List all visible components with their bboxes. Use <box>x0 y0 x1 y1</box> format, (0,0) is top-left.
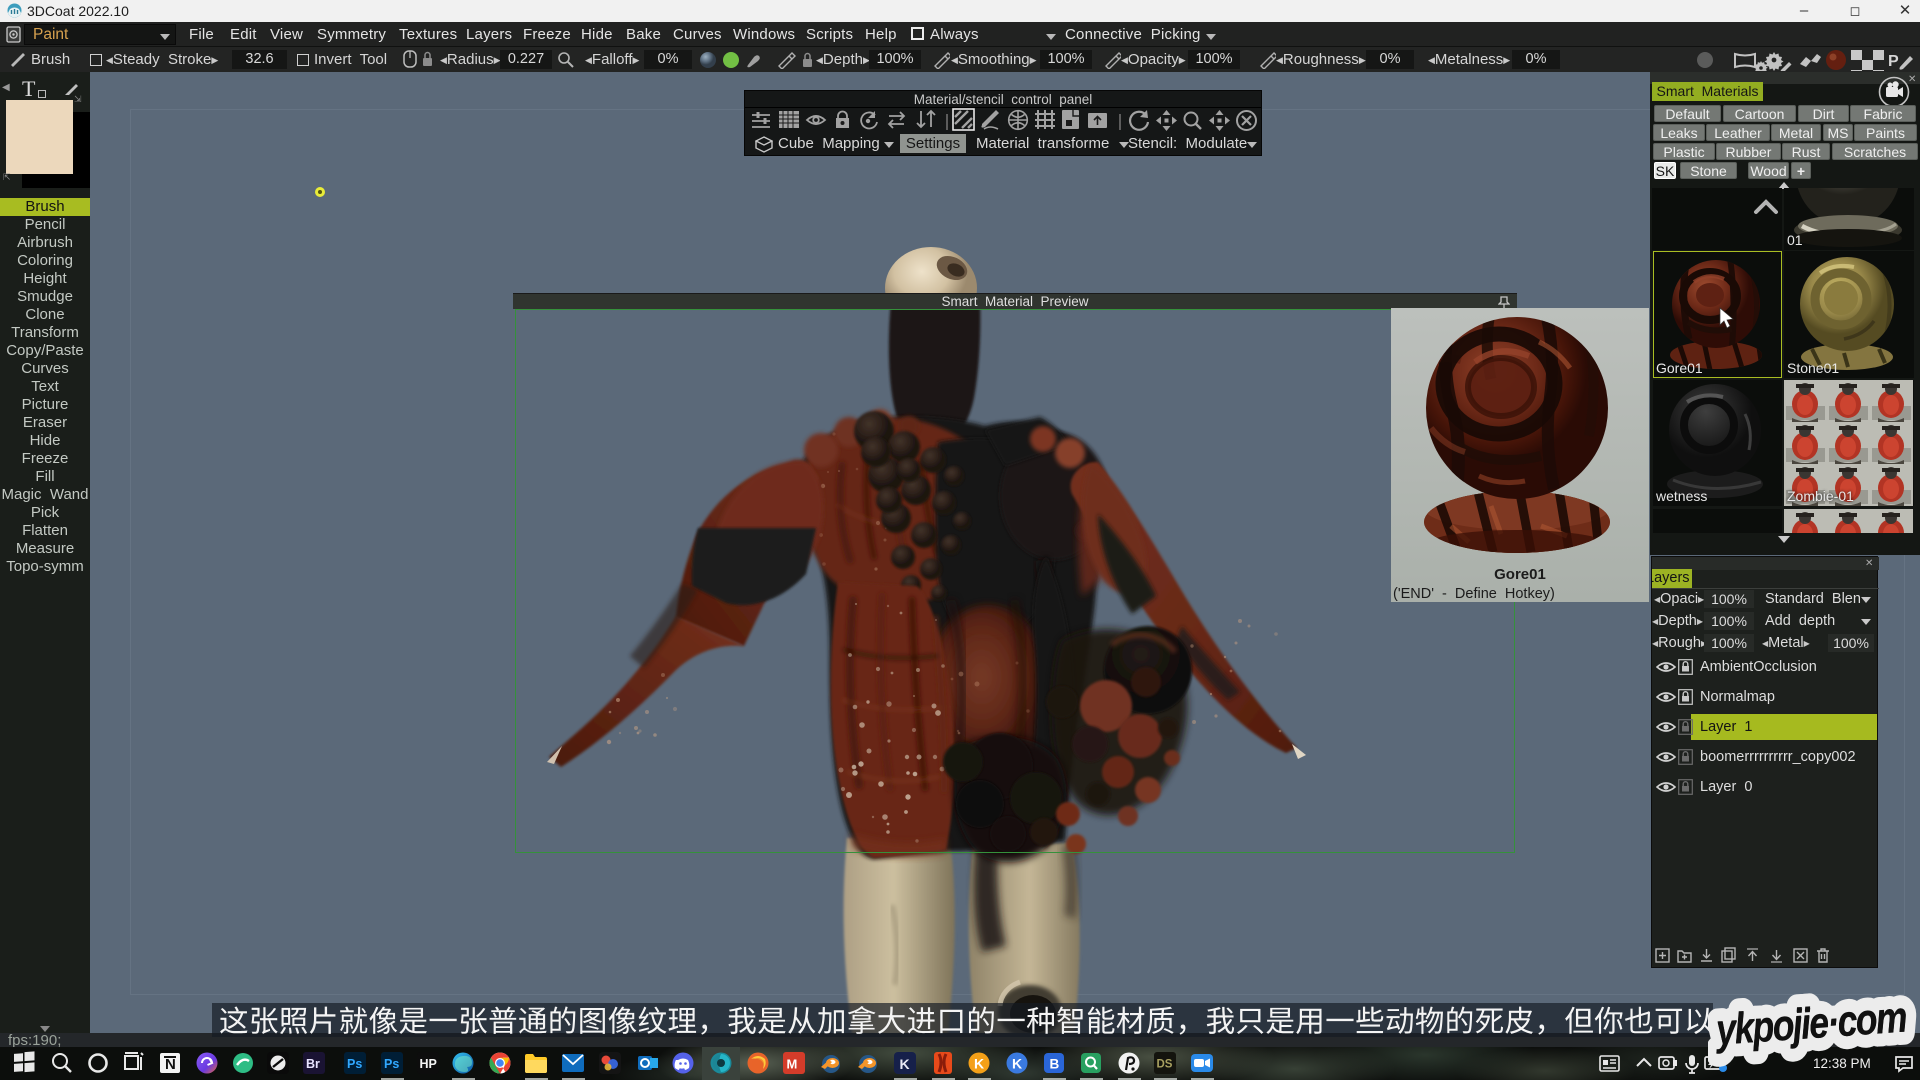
svg-text:Br: Br <box>306 1057 320 1071</box>
svg-text:K: K <box>974 1056 984 1072</box>
svg-text:DS: DS <box>1157 1059 1173 1071</box>
svg-text:P: P <box>1888 53 1899 70</box>
svg-text:ykpojie·com: ykpojie·com <box>1713 994 1908 1054</box>
svg-text:N: N <box>165 1056 176 1073</box>
svg-text:HP: HP <box>420 1057 437 1071</box>
svg-text:Ps: Ps <box>347 1057 362 1071</box>
svg-text:K: K <box>1012 1056 1022 1072</box>
svg-text:B: B <box>1050 1057 1060 1072</box>
svg-text:K: K <box>900 1056 910 1072</box>
svg-text:M: M <box>787 1057 798 1072</box>
svg-text:Ps: Ps <box>384 1057 399 1071</box>
